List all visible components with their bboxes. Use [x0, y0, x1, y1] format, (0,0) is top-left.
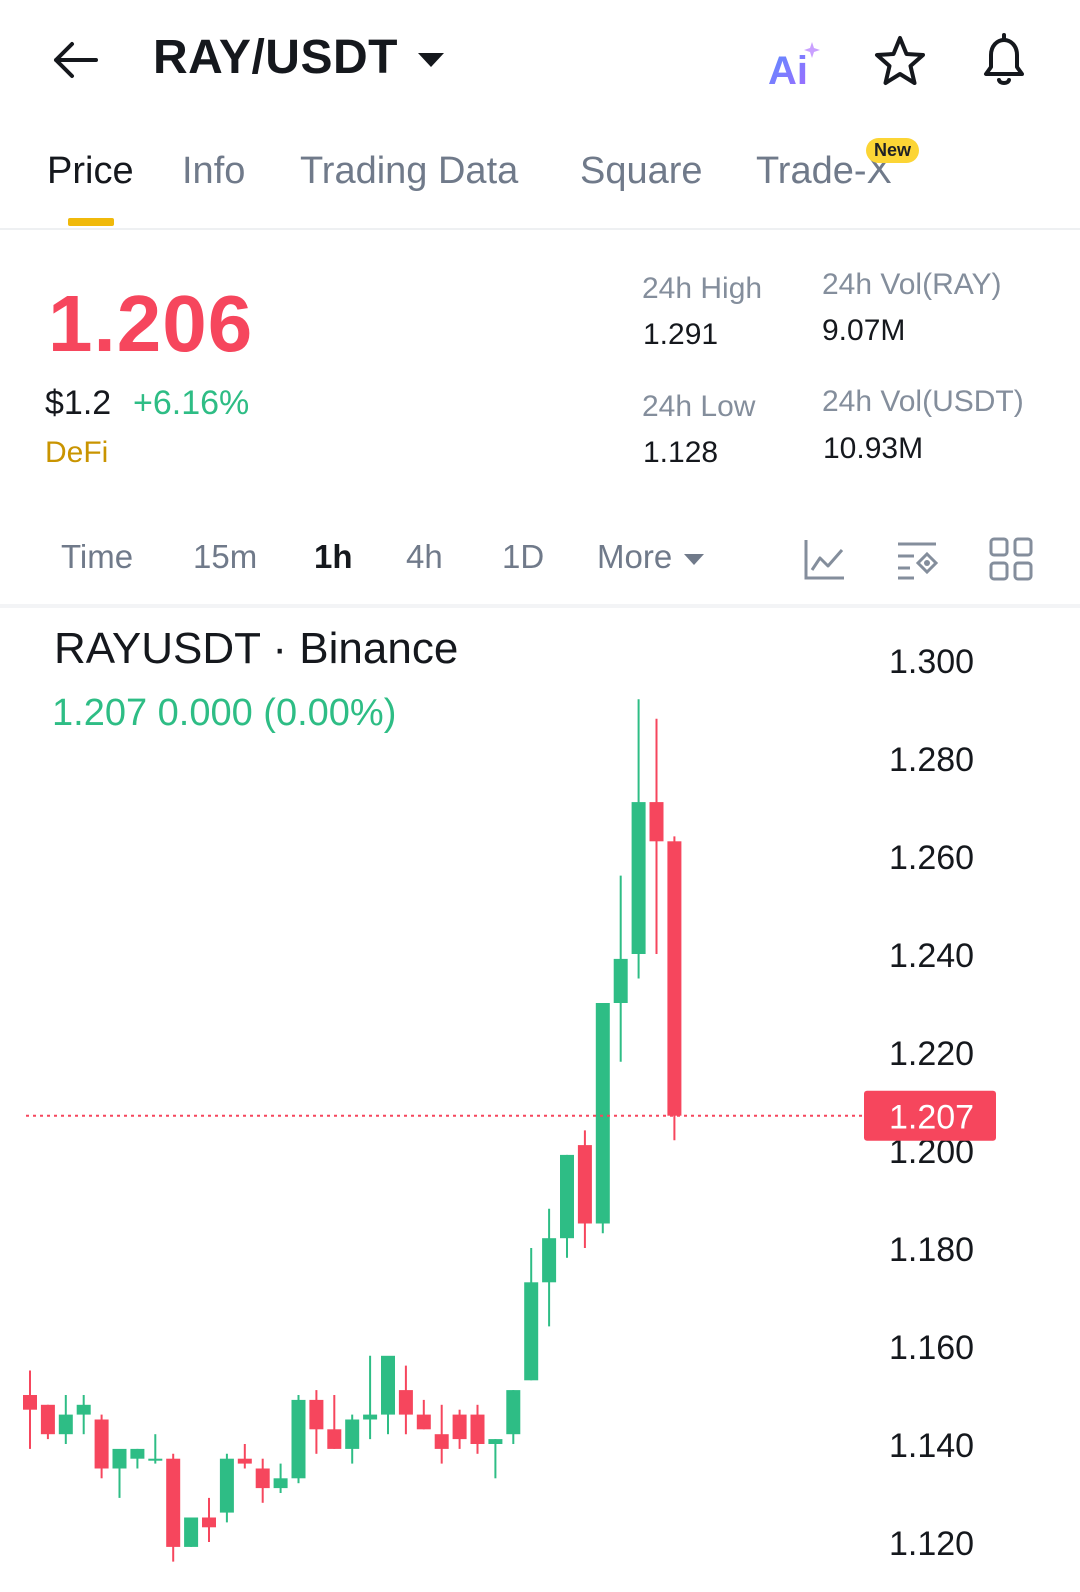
candle-body: [363, 1414, 378, 1420]
usd-price: $1.2: [45, 384, 112, 422]
interval-15m[interactable]: 15m: [193, 538, 257, 576]
candle-body: [291, 1399, 306, 1479]
candle-body: [237, 1458, 252, 1464]
grid-layout-icon[interactable]: [988, 536, 1034, 582]
stat-24h-vol-base-value: 9.07M: [822, 314, 906, 347]
stat-24h-low-label: 24h Low: [642, 390, 756, 423]
interval-bar: Time 15m 1h 4h 1D More: [0, 520, 1080, 608]
candle-body: [130, 1448, 145, 1459]
interval-time[interactable]: Time: [61, 538, 133, 576]
candle-body: [202, 1517, 216, 1528]
candle-body: [470, 1414, 485, 1444]
candle-body: [524, 1282, 539, 1381]
candle-body: [595, 1003, 610, 1224]
interval-1h[interactable]: 1h: [314, 538, 353, 576]
interval-4h[interactable]: 4h: [406, 538, 443, 576]
candlestick-chart[interactable]: 1.3001.2801.2601.2401.2201.2001.1801.160…: [0, 600, 1080, 1592]
candle-body: [506, 1390, 521, 1435]
chart-symbol-title: RAYUSDT · Binance: [54, 624, 459, 673]
y-tick-label: 1.300: [889, 643, 974, 681]
ai-icon: Ai: [768, 42, 820, 93]
candle-body: [542, 1238, 557, 1283]
chart-ohlc-readout: 1.207 0.000 (0.00%): [52, 692, 397, 734]
last-price: 1.206: [48, 279, 254, 368]
y-tick-label: 1.160: [889, 1329, 974, 1367]
candle-body: [631, 802, 646, 954]
ai-button[interactable]: Ai: [768, 40, 826, 93]
candle-body: [94, 1419, 109, 1469]
tab-info[interactable]: Info: [182, 150, 245, 193]
candle-body: [255, 1468, 270, 1489]
stat-24h-low-value: 1.128: [643, 436, 719, 469]
candle-body: [577, 1145, 592, 1224]
candle-body: [416, 1414, 431, 1430]
candle-body: [309, 1399, 324, 1430]
more-caret-icon: [684, 553, 705, 565]
pair-selector[interactable]: RAY/USDT: [153, 30, 444, 85]
y-tick-label: 1.260: [889, 839, 974, 877]
interval-1d[interactable]: 1D: [502, 538, 544, 576]
y-tick-label: 1.180: [889, 1231, 974, 1269]
category-tag[interactable]: DeFi: [45, 436, 108, 470]
candle-body: [434, 1434, 449, 1449]
tab-square[interactable]: Square: [580, 150, 703, 193]
y-tick-label: 1.140: [889, 1427, 974, 1465]
candle-body: [667, 841, 682, 1116]
candle-body: [112, 1448, 127, 1469]
stat-24h-vol-quote-label: 24h Vol(USDT): [822, 385, 1024, 418]
active-tab-indicator: [68, 218, 114, 226]
candle-body: [76, 1404, 91, 1415]
candle-body: [488, 1439, 503, 1444]
pair-title: RAY/USDT: [153, 31, 398, 84]
tab-price[interactable]: Price: [47, 150, 134, 193]
tab-bar: Price Info Trading Data Square Trade-X N…: [0, 138, 1080, 230]
candle-body: [327, 1429, 342, 1449]
candle-body: [560, 1154, 574, 1239]
y-tick-label: 1.120: [889, 1525, 974, 1563]
interval-more[interactable]: More: [597, 538, 705, 576]
y-tick-label: 1.280: [889, 741, 974, 779]
candle-body: [345, 1419, 360, 1449]
back-arrow-icon[interactable]: [50, 38, 100, 82]
pair-dropdown-icon: [417, 52, 444, 67]
candle-body: [166, 1458, 181, 1547]
candle-body: [219, 1458, 234, 1513]
svg-text:Ai: Ai: [768, 49, 808, 88]
stat-24h-high-value: 1.291: [643, 318, 719, 351]
y-tick-label: 1.220: [889, 1035, 974, 1073]
stat-24h-vol-base-label: 24h Vol(RAY): [822, 268, 1002, 301]
candle-body: [40, 1404, 55, 1435]
new-badge: New: [866, 138, 920, 163]
bell-icon[interactable]: [976, 30, 1032, 90]
candle-body: [273, 1478, 288, 1489]
candle-body: [148, 1458, 163, 1461]
candle-body: [452, 1414, 467, 1440]
last-price-label: 1.207: [889, 1099, 974, 1137]
candle-body: [58, 1414, 73, 1435]
y-tick-label: 1.240: [889, 937, 974, 975]
tab-trading-data[interactable]: Trading Data: [300, 150, 518, 193]
indicator-settings-icon[interactable]: [894, 536, 940, 582]
candle-body: [381, 1355, 395, 1415]
stat-24h-high-label: 24h High: [642, 272, 763, 305]
candle-body: [398, 1390, 413, 1415]
favorite-star-icon[interactable]: [872, 34, 928, 90]
price-change-percent: +6.16%: [133, 384, 250, 422]
candle-body: [649, 802, 664, 842]
candle-body: [613, 958, 628, 1003]
interval-more-label: More: [597, 538, 673, 575]
chart-type-icon[interactable]: [802, 536, 848, 582]
candle-body: [184, 1517, 199, 1547]
candle-body: [23, 1395, 37, 1410]
stat-24h-vol-quote-value: 10.93M: [823, 432, 924, 465]
